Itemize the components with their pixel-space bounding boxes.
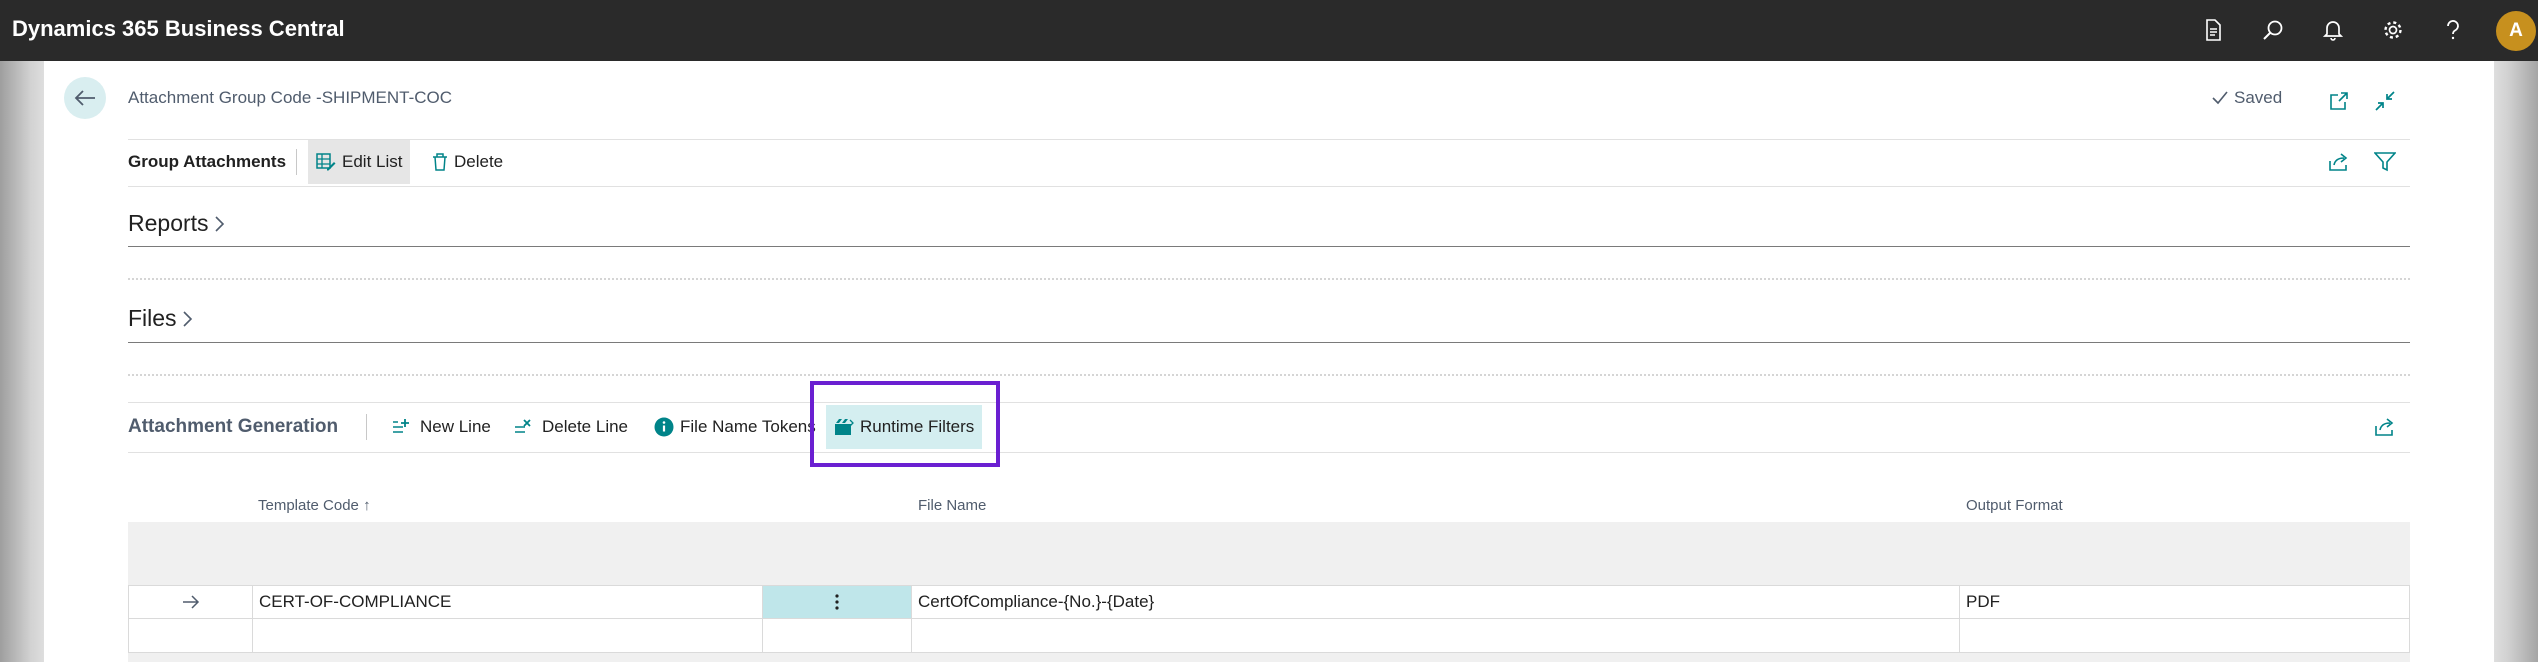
table-row[interactable] xyxy=(128,619,2410,653)
files-section-header[interactable]: Files xyxy=(128,305,193,332)
edit-list-label: Edit List xyxy=(342,152,403,171)
attachment-generation-label: Attachment Generation xyxy=(128,416,339,437)
row-actions-cell[interactable] xyxy=(763,619,912,653)
delete-label: Delete xyxy=(454,152,504,171)
top-bar: Dynamics 365 Business Central A xyxy=(0,0,2538,61)
right-gutter xyxy=(2494,61,2538,662)
delete-line-button[interactable]: Delete Line xyxy=(506,405,636,449)
delete-line-icon xyxy=(515,419,531,433)
column-header-output-format[interactable]: Output Format xyxy=(1966,497,2063,514)
saved-status: Saved xyxy=(2212,88,2282,108)
sort-ascending-icon: ↑ xyxy=(363,497,371,514)
back-button[interactable] xyxy=(64,77,106,119)
reports-section-header[interactable]: Reports xyxy=(128,210,225,237)
filter-button[interactable] xyxy=(2370,147,2400,177)
share-icon xyxy=(2375,418,2394,436)
edit-list-icon xyxy=(316,153,336,171)
reports-dotted-divider xyxy=(128,278,2410,280)
delete-line-label: Delete Line xyxy=(542,417,629,436)
search-icon[interactable] xyxy=(2258,15,2288,45)
runtime-filters-button[interactable]: Runtime Filters xyxy=(826,405,983,449)
column-header-template-code[interactable]: Template Code ↑ xyxy=(258,497,371,514)
template-code-cell[interactable]: CERT-OF-COMPLIANCE xyxy=(253,585,763,619)
action-separator xyxy=(296,149,297,175)
filter-icon xyxy=(2374,152,2396,172)
user-avatar[interactable]: A xyxy=(2496,11,2536,51)
file-name-tokens-button[interactable]: File Name Tokens xyxy=(646,405,824,449)
files-dotted-divider xyxy=(128,374,2410,376)
row-actions-button[interactable] xyxy=(763,585,912,619)
row-selector[interactable] xyxy=(128,585,253,619)
generation-bottom-divider xyxy=(128,452,2410,453)
table-row[interactable]: CERT-OF-COMPLIANCE CertOfCompliance-{No.… xyxy=(128,585,2410,619)
new-line-button[interactable]: New Line xyxy=(384,405,499,449)
open-new-window-icon xyxy=(2330,92,2348,110)
runtime-filters-icon xyxy=(835,419,854,435)
file-name-cell[interactable]: CertOfCompliance-{No.}-{Date} xyxy=(912,585,1960,619)
column-header-file-name[interactable]: File Name xyxy=(918,497,986,514)
share-icon xyxy=(2329,153,2348,171)
group-attachments-label: Group Attachments xyxy=(128,152,287,171)
output-format-cell[interactable]: PDF xyxy=(1960,585,2410,619)
collapse-button[interactable] xyxy=(2370,86,2400,116)
collapse-icon xyxy=(2375,91,2395,111)
chevron-right-icon xyxy=(182,310,192,327)
page-title: Attachment Group Code -SHIPMENT-COC xyxy=(128,88,453,107)
reports-divider xyxy=(128,246,2410,247)
actionbar-divider xyxy=(128,186,2410,187)
app-name[interactable]: Dynamics 365 Business Central xyxy=(12,16,345,42)
runtime-filters-label: Runtime Filters xyxy=(860,417,975,436)
open-new-window-button[interactable] xyxy=(2324,86,2354,116)
left-gutter xyxy=(0,61,44,662)
checkmark-icon xyxy=(2212,91,2228,105)
bell-icon[interactable] xyxy=(2318,15,2348,45)
trash-icon xyxy=(433,153,447,171)
files-divider xyxy=(128,342,2410,343)
reports-title: Reports xyxy=(128,210,209,236)
file-name-cell[interactable] xyxy=(912,619,1960,653)
page-sheet: Attachment Group Code -SHIPMENT-COC Save… xyxy=(44,61,2494,662)
output-format-cell[interactable] xyxy=(1960,619,2410,653)
generation-separator xyxy=(366,414,367,440)
files-title: Files xyxy=(128,305,177,331)
arrow-left-icon xyxy=(74,90,95,106)
share-button[interactable] xyxy=(2324,147,2354,177)
document-icon[interactable] xyxy=(2198,15,2228,45)
info-icon xyxy=(654,417,674,437)
generation-share-button[interactable] xyxy=(2370,412,2400,442)
saved-label: Saved xyxy=(2234,88,2283,107)
new-line-label: New Line xyxy=(420,417,491,436)
more-vertical-icon xyxy=(835,594,839,610)
attachment-generation-grid: CERT-OF-COMPLIANCE CertOfCompliance-{No.… xyxy=(128,522,2410,662)
generation-top-divider xyxy=(128,402,2410,403)
chevron-right-icon xyxy=(214,215,224,232)
template-code-cell[interactable] xyxy=(253,619,763,653)
edit-list-button[interactable]: Edit List xyxy=(308,140,411,184)
file-name-tokens-label: File Name Tokens xyxy=(680,417,816,436)
arrow-right-icon xyxy=(182,595,199,609)
row-selector[interactable] xyxy=(128,619,253,653)
new-line-icon xyxy=(393,419,409,433)
template-code-header: Template Code xyxy=(258,497,359,514)
help-icon[interactable] xyxy=(2438,15,2468,45)
gear-icon[interactable] xyxy=(2378,15,2408,45)
delete-button[interactable]: Delete xyxy=(424,140,511,184)
